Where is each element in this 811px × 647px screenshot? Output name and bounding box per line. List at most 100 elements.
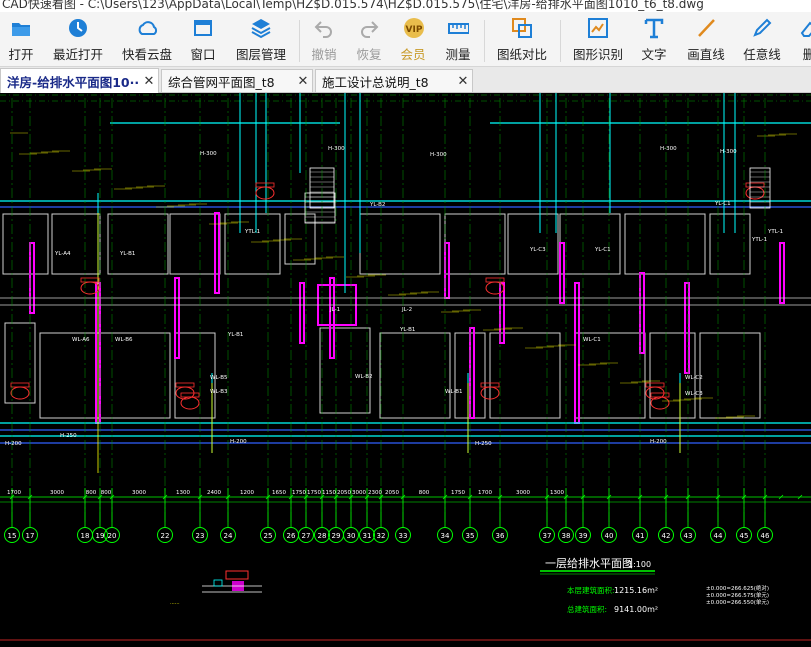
axis-label: 38 bbox=[562, 532, 571, 540]
level-label: H-250 bbox=[475, 441, 492, 447]
axis-label: 25 bbox=[264, 532, 273, 540]
pipe-label: WL-A6 bbox=[72, 337, 90, 343]
close-icon[interactable]: ✕ bbox=[294, 74, 312, 89]
level-label: H-200 bbox=[650, 439, 667, 445]
open-button[interactable]: 打开 bbox=[3, 14, 39, 64]
axis-label: 43 bbox=[684, 532, 693, 540]
stair-detail: ······ bbox=[170, 570, 262, 607]
room-outline bbox=[699, 332, 761, 419]
level-label: H-300 bbox=[430, 152, 447, 158]
room-outline bbox=[379, 332, 451, 419]
undo-button[interactable]: 撤销 bbox=[309, 14, 339, 64]
level-label: H-200 bbox=[230, 439, 247, 445]
shape-recognize-icon bbox=[587, 17, 609, 39]
recognize-button[interactable]: 图形识别 bbox=[570, 14, 626, 64]
wall bbox=[469, 327, 475, 419]
pipe-label: WL-B5 bbox=[210, 375, 228, 381]
elevation-note: ±0.000=266.625(绝对) bbox=[706, 584, 769, 592]
area-label-total: 总建筑面积: bbox=[567, 604, 607, 614]
cloud-button[interactable]: 快看云盘 bbox=[119, 14, 175, 64]
freeline-button[interactable]: 任意线 bbox=[742, 14, 782, 64]
line-icon bbox=[695, 17, 717, 39]
window-icon bbox=[192, 17, 214, 39]
wall bbox=[574, 282, 580, 424]
level-label: H-250 bbox=[60, 433, 77, 439]
dimension-value: 2300 bbox=[368, 490, 382, 496]
axis-label: 37 bbox=[543, 532, 552, 540]
close-icon[interactable]: ✕ bbox=[454, 74, 472, 89]
dimension-value: 3000 bbox=[516, 490, 530, 496]
dimension-value: 1150 bbox=[322, 490, 336, 496]
fixture bbox=[650, 396, 670, 410]
plan-title: 一层给排水平面图 bbox=[545, 556, 633, 570]
wall bbox=[299, 282, 305, 344]
axis-label: 18 bbox=[81, 532, 90, 540]
axis-label: 40 bbox=[605, 532, 614, 540]
axis-label: 42 bbox=[662, 532, 671, 540]
pipe-label: YTL-1 bbox=[767, 229, 783, 235]
elevation-note: ±0.000=266.550(单元) bbox=[706, 598, 769, 606]
drawing-canvas[interactable]: 15 17 18 19 20 22 23 24 25 26 27 28 29 30 31 32 33 34 35 36… bbox=[0, 93, 811, 647]
line-button[interactable]: 画直线 bbox=[685, 14, 727, 64]
redo-button[interactable]: 恢复 bbox=[354, 14, 384, 64]
room-outline bbox=[99, 332, 171, 419]
folder-icon bbox=[10, 17, 32, 39]
undo-icon bbox=[313, 17, 335, 39]
pipe-label: JL-2 bbox=[401, 307, 412, 313]
measure-button[interactable]: 测量 bbox=[443, 14, 473, 64]
dimension-value: 2050 bbox=[385, 490, 399, 496]
axis-label: 22 bbox=[161, 532, 170, 540]
cad-drawing: 15 17 18 19 20 22 23 24 25 26 27 28 29 30 31 32 33 34 35 36… bbox=[0, 93, 811, 641]
text-button[interactable]: 文字 bbox=[639, 14, 669, 64]
pipe-label: YL-A4 bbox=[54, 251, 71, 257]
toolbar-divider bbox=[560, 20, 561, 62]
tab-pipe-network[interactable]: 综合管网平面图_t8 ✕ bbox=[161, 69, 313, 92]
dimension-value: 3000 bbox=[50, 490, 64, 496]
room-outline bbox=[39, 332, 101, 419]
area-value-floor: 1215.16m² bbox=[614, 586, 658, 595]
tab-design-notes[interactable]: 施工设计总说明_t8 ✕ bbox=[315, 69, 473, 92]
delete-button[interactable]: 删 bbox=[797, 14, 811, 64]
eraser-icon bbox=[798, 17, 811, 39]
axis-label: 20 bbox=[108, 532, 117, 540]
recent-button[interactable]: 最近打开 bbox=[50, 14, 106, 64]
dimension-value: 800 bbox=[101, 490, 112, 496]
dimension-value: 800 bbox=[86, 490, 97, 496]
room-outline bbox=[559, 213, 621, 275]
vip-button[interactable]: VIP 会员 bbox=[398, 14, 428, 64]
toolbar-divider bbox=[299, 20, 300, 62]
wall bbox=[214, 212, 220, 294]
dimension-value: 1750 bbox=[307, 490, 321, 496]
clock-icon bbox=[67, 17, 89, 39]
tab-water-plan[interactable]: 洋房-给排水平面图10··· ✕ bbox=[0, 68, 159, 93]
axis-label: 36 bbox=[496, 532, 505, 540]
axis-label: 45 bbox=[740, 532, 749, 540]
wall bbox=[29, 242, 35, 314]
axis-label: 23 bbox=[196, 532, 205, 540]
dimension-value: 3000 bbox=[352, 490, 366, 496]
axis-label: 33 bbox=[399, 532, 408, 540]
dimension-value: 2050 bbox=[337, 490, 351, 496]
axis-label: 30 bbox=[347, 532, 356, 540]
window-button[interactable]: 窗口 bbox=[188, 14, 218, 64]
room-outline bbox=[174, 332, 216, 419]
layers-button[interactable]: 图层管理 bbox=[233, 14, 289, 64]
wall bbox=[174, 277, 180, 359]
pipe-label: YL-C1 bbox=[594, 247, 611, 253]
room-outline bbox=[574, 332, 646, 419]
close-icon[interactable]: ✕ bbox=[140, 74, 158, 89]
document-tab-bar: 洋房-给排水平面图10··· ✕ 综合管网平面图_t8 ✕ 施工设计总说明_t8… bbox=[0, 67, 811, 93]
pipe-label: YTL-1 bbox=[244, 229, 260, 235]
pipe-label: WL-C1 bbox=[583, 337, 601, 343]
wall bbox=[329, 277, 335, 359]
level-label: H-300 bbox=[328, 146, 345, 152]
axis-label: 26 bbox=[287, 532, 296, 540]
fixture bbox=[485, 281, 505, 295]
plan-title-block: 一层给排水平面图 1:100 本层建筑面积: 1215.16m² 总建筑面积: … bbox=[540, 556, 769, 614]
dimension-value: 1300 bbox=[550, 490, 564, 496]
main-toolbar: 打开 最近打开 快看云盘 窗口 图层管理 撤销 恢复 VIP 会员 测量 图纸对… bbox=[0, 12, 811, 67]
compare-button[interactable]: 图纸对比 bbox=[494, 14, 550, 64]
pipe-label: WL-C3 bbox=[685, 391, 703, 397]
pipe-label: YL-B1 bbox=[119, 251, 135, 257]
wall bbox=[559, 242, 565, 304]
